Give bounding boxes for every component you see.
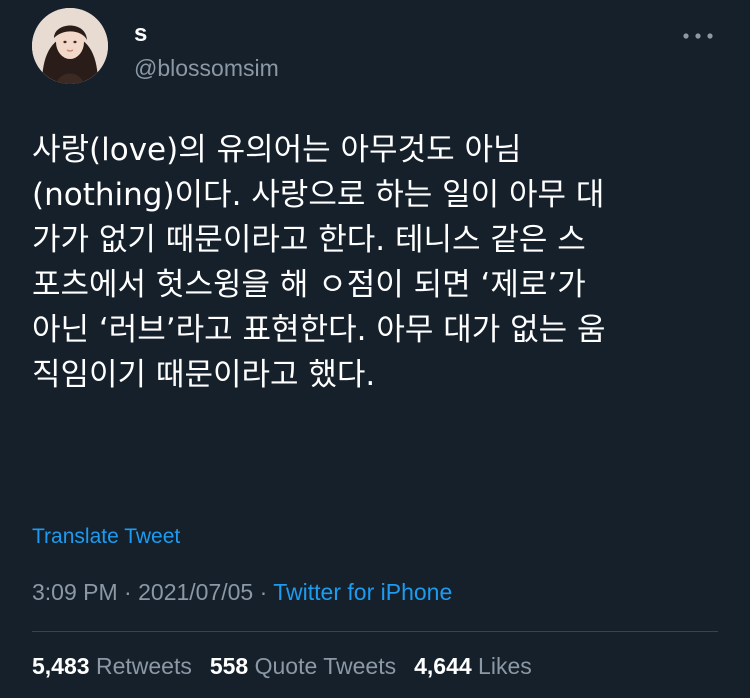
retweets-count: 5,483 [32, 653, 90, 679]
tweet-stats: 5,483 Retweets 558 Quote Tweets 4,644 Li… [32, 651, 550, 681]
tweet-text-line: 직임이기 때문이라고 했다. [32, 357, 376, 393]
tweet-text-line: 포츠에서 헛스윙을 해 ㅇ점이 되면 ‘제로’가 [32, 267, 586, 303]
tweet-time[interactable]: 3:09 PM [32, 579, 118, 605]
profile-photo-icon [32, 8, 108, 84]
tweet-text-line: 가가 없기 때문이라고 한다. 테니스 같은 스 [32, 222, 586, 258]
tweet-date[interactable]: 2021/07/05 [138, 579, 253, 605]
quote-tweets-label: Quote Tweets [254, 653, 397, 679]
more-options-button[interactable] [680, 24, 716, 48]
tweet-text-line: (nothing)이다. 사랑으로 하는 일이 아무 대 [32, 177, 605, 213]
tweet-meta: 3:09 PM · 2021/07/05 · Twitter for iPhon… [32, 577, 452, 607]
tweet-text-line: 사랑(love)의 유의어는 아무것도 아님 [32, 132, 522, 168]
tweet-text: 사랑(love)의 유의어는 아무것도 아님 (nothing)이다. 사랑으로… [32, 128, 722, 398]
tweet-detail: s @blossomsim 사랑(love)의 유의어는 아무것도 아님 (no… [0, 0, 750, 698]
likes-label: Likes [478, 653, 532, 679]
avatar[interactable] [32, 8, 108, 84]
meta-separator: · [117, 579, 139, 605]
likes-count: 4,644 [414, 653, 472, 679]
tweet-text-line: 아닌 ‘러브’라고 표현한다. 아무 대가 없는 움 [32, 312, 606, 348]
divider [32, 631, 718, 632]
quote-tweets-count: 558 [209, 653, 249, 679]
display-name[interactable]: s [134, 20, 147, 48]
quote-tweets-stat[interactable]: 558 Quote Tweets [210, 651, 396, 681]
user-handle[interactable]: @blossomsim [134, 54, 279, 82]
translate-tweet-link[interactable]: Translate Tweet [32, 523, 180, 551]
likes-stat[interactable]: 4,644 Likes [414, 651, 532, 681]
retweets-label: Retweets [95, 653, 192, 679]
tweet-source-link[interactable]: Twitter for iPhone [273, 579, 452, 605]
meta-separator: · [253, 579, 274, 605]
more-horizontal-icon [683, 33, 713, 39]
retweets-stat[interactable]: 5,483 Retweets [32, 651, 192, 681]
